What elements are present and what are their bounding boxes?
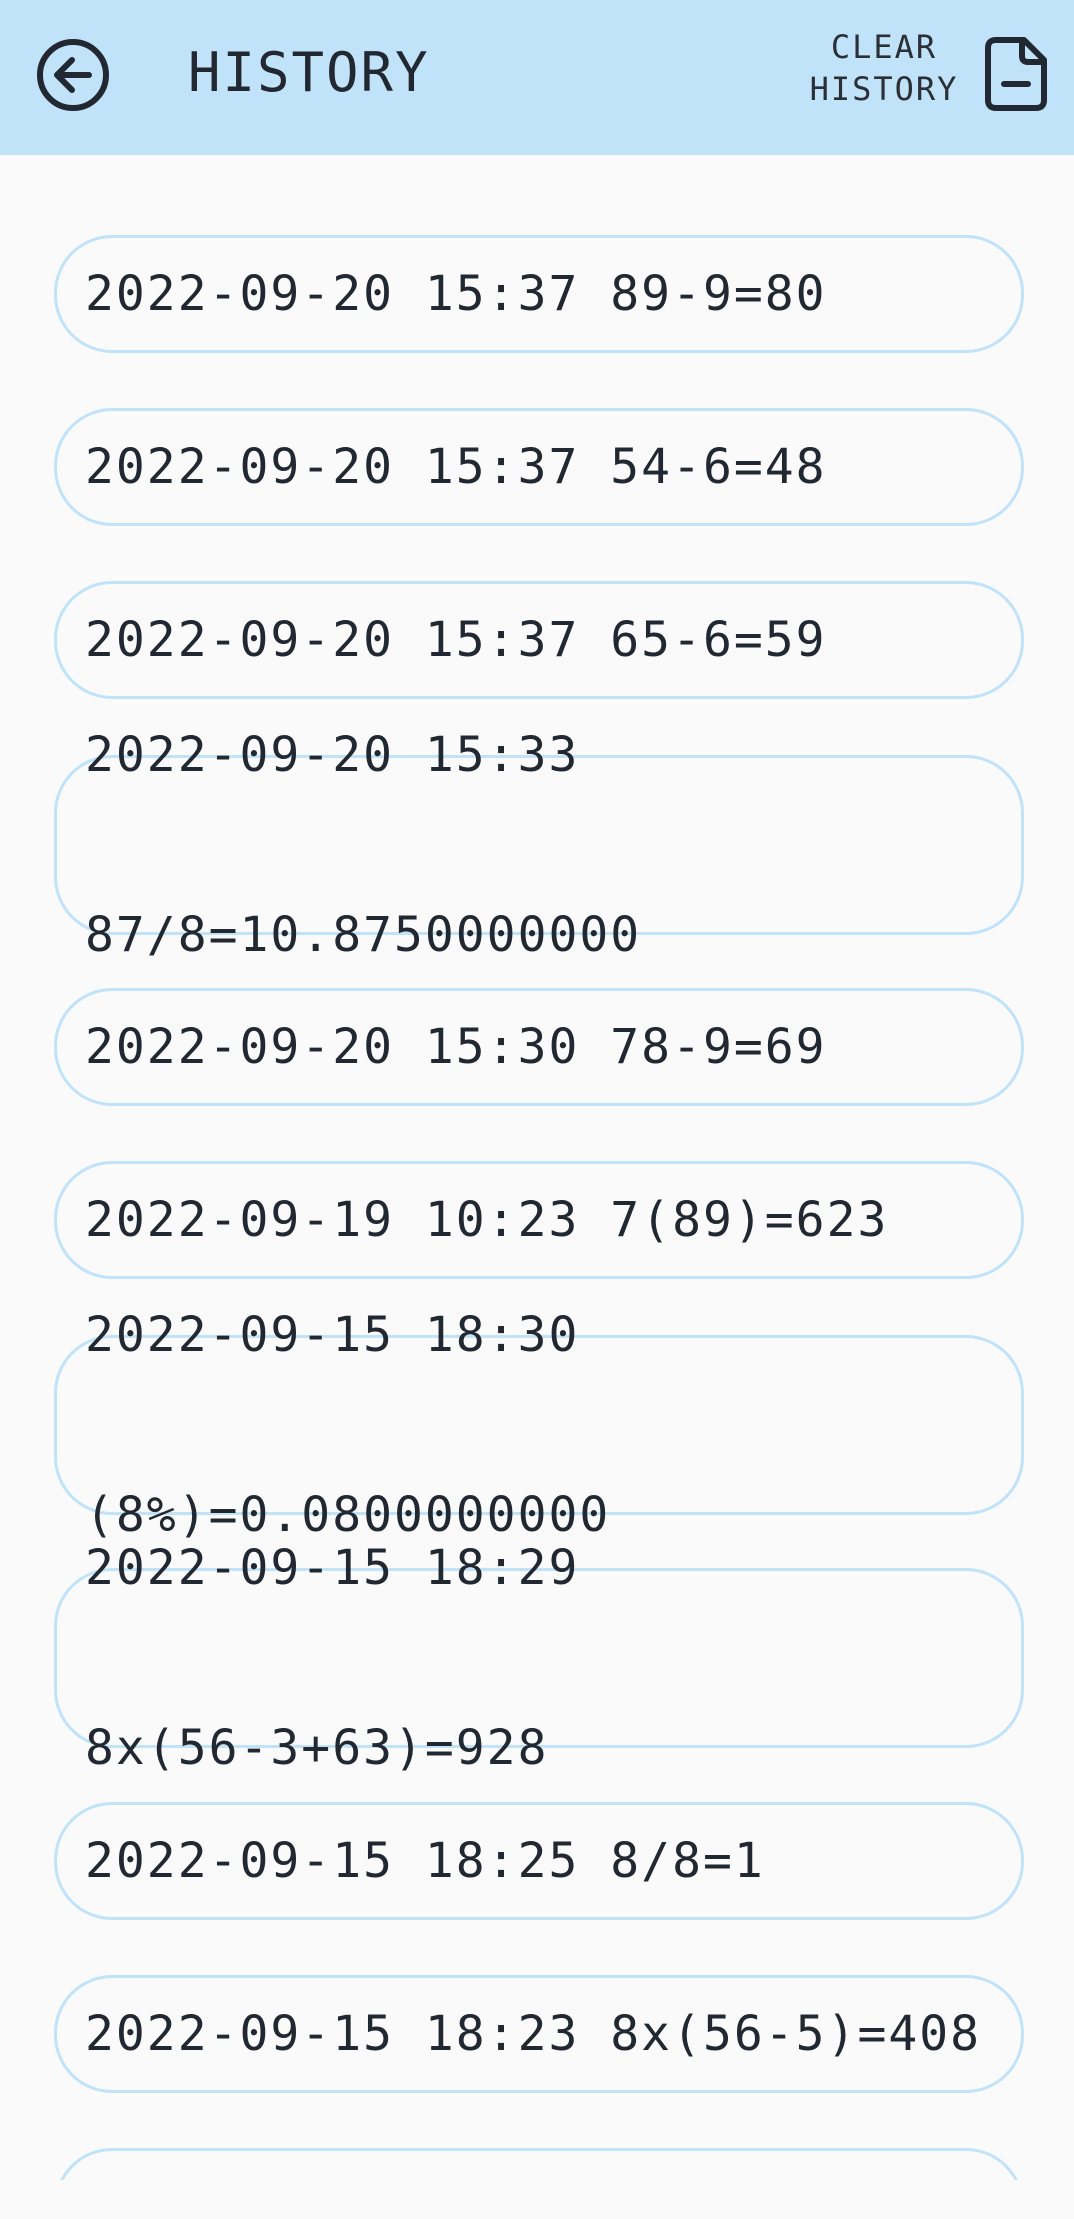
back-button[interactable]: [34, 36, 112, 114]
history-list[interactable]: 2022-09-20 15:37 89-9=80 2022-09-20 15:3…: [0, 155, 1074, 2180]
document-minus-icon: [985, 37, 1047, 111]
app-bar: HISTORY CLEAR HISTORY: [0, 0, 1074, 155]
history-item[interactable]: 2022-09-15 18:23 8x(56-5)=408: [54, 1975, 1024, 2093]
history-item[interactable]: 2022-09-20 15:37 89-9=80: [54, 235, 1024, 353]
history-item[interactable]: 2022-09-15 18:29 8x(56-3+63)=928: [54, 1540, 1024, 1776]
clear-history-label-line2: HISTORY: [809, 70, 959, 108]
arrow-left-circle-icon: [37, 39, 109, 111]
history-item-text: 2022-09-15 18:23 8x(56-5)=408: [85, 2006, 982, 2062]
page-title: HISTORY: [188, 41, 430, 104]
history-item-text: 2022-09-20 15:37 89-9=80: [85, 266, 827, 322]
clear-history-button[interactable]: CLEAR HISTORY: [800, 26, 968, 110]
history-item-text: 2022-09-15 18:25 8/8=1: [85, 1833, 765, 1889]
history-item-text: 2022-09-20 15:30 78-9=69: [85, 1019, 827, 1075]
history-item[interactable]: 2022-09-20 15:37 54-6=48: [54, 408, 1024, 526]
history-item-text: 2022-09-20 15:37 54-6=48: [85, 439, 827, 495]
history-item[interactable]: 2022-09-20 15:30 78-9=69: [54, 988, 1024, 1106]
history-item[interactable]: 2022-09-15 18:25 8/8=1: [54, 1802, 1024, 1920]
history-item[interactable]: 2022-09-20 15:33 87/8=10.8750000000: [54, 727, 1024, 963]
clear-history-label-line1: CLEAR: [830, 28, 938, 66]
history-item-partial[interactable]: [54, 2148, 1024, 2180]
document-minus-button[interactable]: [984, 36, 1048, 112]
